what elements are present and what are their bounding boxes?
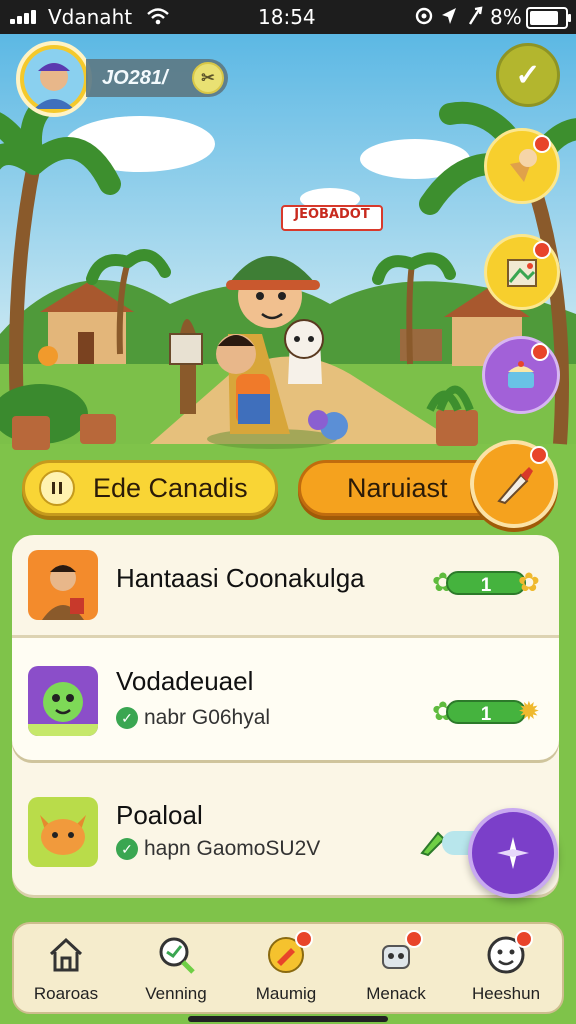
tab-chat[interactable]: Maumig xyxy=(236,930,336,1010)
sun-icon: ✹ xyxy=(518,696,540,726)
progress-pill: ✿ 1 ✹ xyxy=(432,694,542,730)
progress-value: 1 xyxy=(480,575,492,596)
list-item-title: Vodadeuael xyxy=(116,666,254,696)
list-item-title: Hantaasi Coonakulga xyxy=(116,563,365,593)
check-icon[interactable]: ✓ xyxy=(496,43,560,107)
tab-home[interactable]: Roaroas xyxy=(16,930,116,1010)
list-item[interactable]: Hantaasi Coonakulga ✿ 1 ✿ xyxy=(12,535,559,635)
wifi-icon xyxy=(146,6,170,30)
battery-percent: 8% xyxy=(490,5,522,29)
primary-action-label: Ede Canadis xyxy=(93,472,248,503)
score-counter: JO281/ ✂ xyxy=(86,59,228,97)
scene-sign: JEOBADOT xyxy=(294,207,370,222)
tab-label: Venning xyxy=(145,984,207,1003)
home-indicator xyxy=(188,1016,388,1022)
teacher-avatar-icon xyxy=(28,550,98,620)
tab-search[interactable]: Venning xyxy=(126,930,226,1010)
list-item-subtitle: ✓ nabr G06hyal xyxy=(116,706,270,730)
ticket-icon[interactable]: ✂ xyxy=(192,62,224,94)
list-item-title: Poaloal xyxy=(116,800,203,830)
home-icon xyxy=(45,934,87,976)
secondary-action-label: Naruiast xyxy=(347,472,448,503)
alarm-icon xyxy=(414,6,434,31)
primary-action-button[interactable]: Ede Canadis xyxy=(22,460,278,516)
tab-profile[interactable]: Heeshun xyxy=(456,930,556,1010)
check-circle-icon: ✓ xyxy=(116,838,138,860)
list-item[interactable]: Vodadeuael ✓ nabr G06hyal ✿ 1 ✹ xyxy=(12,638,559,760)
brush-icon[interactable] xyxy=(470,440,558,528)
list-item-subtitle: ✓ hapn GaomoSU2V xyxy=(116,837,320,861)
bottom-tab-bar: Roaroas Venning Maumig Menack Heeshun xyxy=(12,922,564,1014)
pause-icon xyxy=(39,470,75,506)
tab-label: Menack xyxy=(366,984,426,1003)
signal-arrow-icon xyxy=(466,6,484,31)
compass-icon[interactable] xyxy=(468,808,558,898)
carrier-label: Vdanaht xyxy=(48,5,133,29)
progress-value: 1 xyxy=(480,704,492,725)
location-icon xyxy=(440,6,458,31)
tab-label: Heeshun xyxy=(471,984,541,1003)
robot-icon xyxy=(375,930,423,976)
tab-robot[interactable]: Menack xyxy=(346,930,446,1010)
ice-cream-cone-icon[interactable] xyxy=(484,128,560,204)
map-icon[interactable] xyxy=(484,234,560,310)
search-icon xyxy=(155,934,197,976)
cake-icon[interactable] xyxy=(482,336,560,414)
check-circle-icon: ✓ xyxy=(116,707,138,729)
signal-icon xyxy=(10,8,44,24)
battery-icon xyxy=(526,7,571,29)
fox-icon xyxy=(28,797,98,867)
alien-icon xyxy=(28,666,98,736)
face-icon xyxy=(485,930,533,976)
score-value: JO281/ xyxy=(102,67,168,89)
sun-icon: ✿ xyxy=(518,567,540,597)
tab-label: Maumig xyxy=(255,984,317,1003)
player-avatar[interactable] xyxy=(16,41,92,117)
clock-time: 18:54 xyxy=(258,5,316,29)
progress-pill: ✿ 1 ✿ xyxy=(432,565,542,601)
chat-icon xyxy=(265,930,313,976)
status-bar: Vdanaht 18:54 8% xyxy=(0,0,576,34)
tab-label: Roaroas xyxy=(33,984,99,1003)
